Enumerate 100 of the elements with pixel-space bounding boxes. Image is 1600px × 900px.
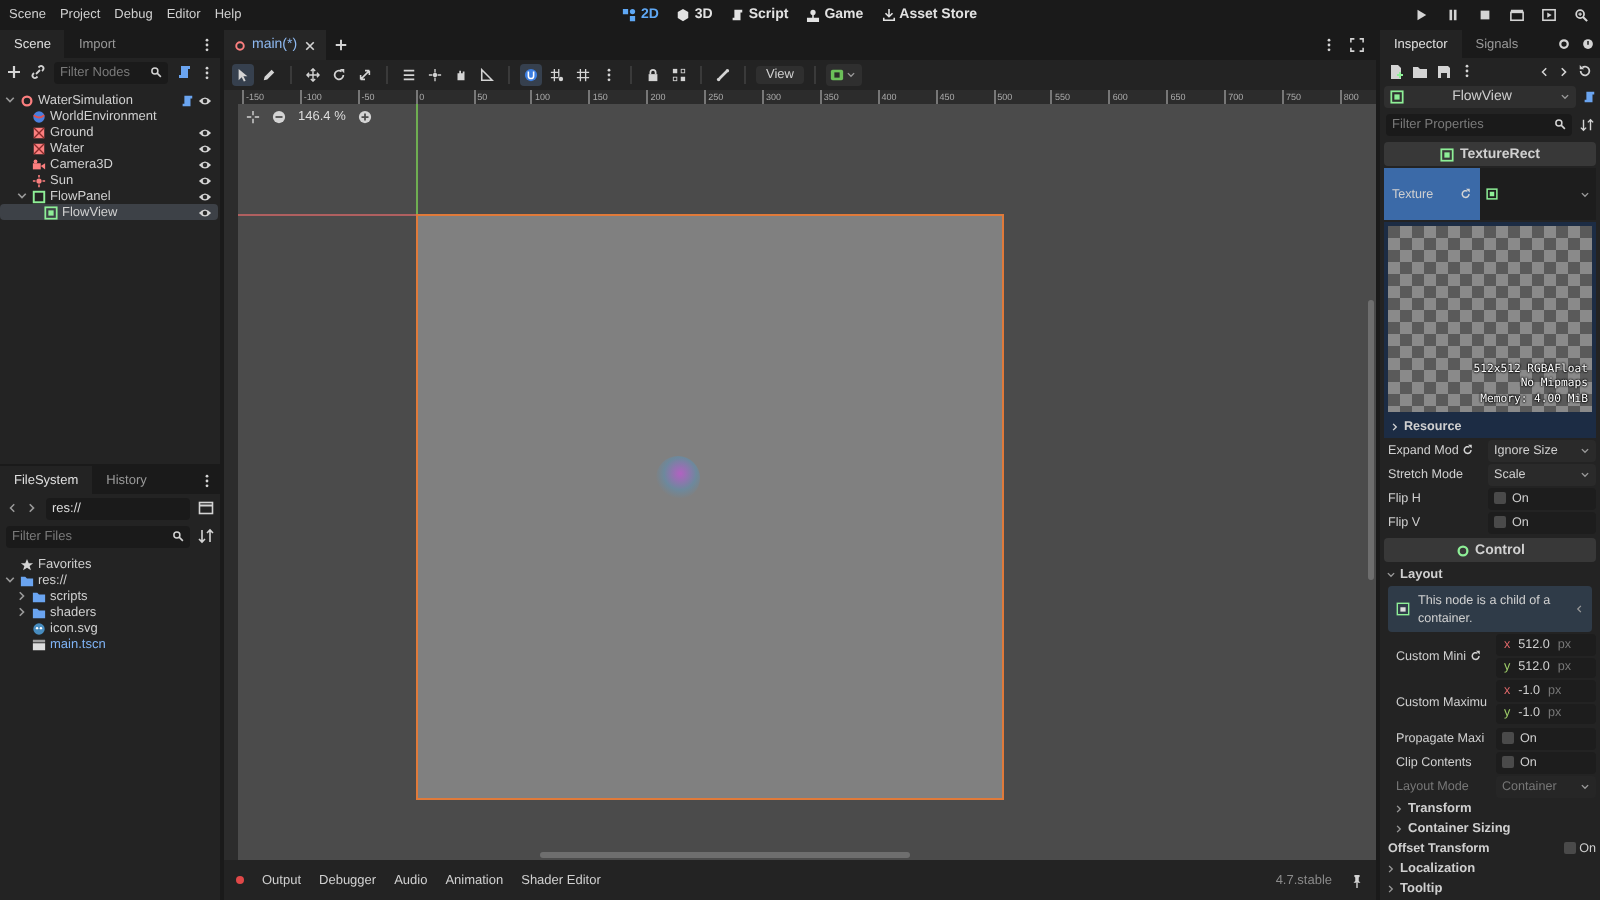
grid-icon[interactable] xyxy=(576,68,590,82)
caret-right-icon[interactable] xyxy=(16,590,28,602)
framed-image-icon xyxy=(1440,147,1455,161)
eye-icon[interactable] xyxy=(198,141,212,155)
eye-icon[interactable] xyxy=(198,157,212,171)
checkbox[interactable] xyxy=(1563,842,1576,854)
cross-arrows-icon[interactable] xyxy=(306,68,320,82)
scale-icon[interactable] xyxy=(358,68,372,82)
close-icon[interactable] xyxy=(303,39,316,51)
folder-icon[interactable] xyxy=(1412,63,1428,79)
sort-icon[interactable] xyxy=(1580,117,1594,131)
plus-icon[interactable] xyxy=(333,38,348,52)
caret-down-icon[interactable] xyxy=(4,94,16,106)
square-icon xyxy=(32,189,46,203)
lock-icon[interactable] xyxy=(646,68,660,82)
caret-down-icon[interactable] xyxy=(1580,189,1590,199)
chain-link-icon[interactable] xyxy=(30,64,46,80)
more-icon[interactable] xyxy=(200,37,214,51)
center-icon[interactable] xyxy=(246,110,260,124)
caret-down-icon xyxy=(1560,92,1570,102)
pivot-icon[interactable] xyxy=(428,68,442,82)
new-file-icon[interactable] xyxy=(1388,63,1404,79)
more-icon[interactable] xyxy=(200,473,214,487)
plus-icon[interactable] xyxy=(6,64,22,80)
ring-icon xyxy=(234,39,246,51)
eye-icon[interactable] xyxy=(198,205,212,219)
search-icon xyxy=(172,530,184,542)
checkbox[interactable] xyxy=(1502,756,1514,768)
eye-icon[interactable] xyxy=(198,125,212,139)
more-icon[interactable] xyxy=(1460,64,1474,78)
framed-image-icon xyxy=(44,205,58,219)
gear-icon[interactable] xyxy=(1558,38,1570,50)
framed-image-icon xyxy=(1486,188,1498,200)
bone-icon[interactable] xyxy=(716,68,730,82)
zoom-in-icon[interactable] xyxy=(357,110,372,124)
download-icon xyxy=(881,8,896,22)
search-icon xyxy=(150,66,162,78)
caret-down-icon xyxy=(846,70,857,80)
more-icon[interactable] xyxy=(200,65,214,79)
fullscreen-icon[interactable] xyxy=(1350,38,1364,52)
magnet-icon[interactable] xyxy=(524,68,538,82)
pause-icon[interactable] xyxy=(1446,8,1460,22)
film-icon[interactable] xyxy=(1542,8,1556,22)
caret-down-icon[interactable] xyxy=(16,190,28,202)
play-icon[interactable] xyxy=(1414,8,1428,22)
screen-icon xyxy=(830,68,845,82)
zoom-out-icon[interactable] xyxy=(272,110,286,124)
search-icon xyxy=(1554,118,1566,130)
ruler-icon[interactable] xyxy=(480,68,494,82)
preview-dropdown[interactable] xyxy=(825,64,862,86)
globe-icon xyxy=(32,109,46,123)
checkbox[interactable] xyxy=(1502,732,1514,744)
caret-left-icon[interactable] xyxy=(1538,65,1550,77)
floppy-icon[interactable] xyxy=(1436,63,1452,79)
caret-down-icon[interactable] xyxy=(4,574,16,586)
rotate-icon[interactable] xyxy=(332,68,346,82)
pencil-icon[interactable] xyxy=(262,68,276,82)
revert-icon[interactable] xyxy=(1462,444,1475,456)
help-icon[interactable] xyxy=(1582,38,1594,50)
eye-icon[interactable] xyxy=(198,173,212,187)
window-icon[interactable] xyxy=(198,500,214,516)
caret-down-icon xyxy=(1580,469,1590,479)
stop-icon[interactable] xyxy=(1478,8,1492,22)
caret-down-icon xyxy=(1580,781,1590,791)
color-blob xyxy=(656,456,700,500)
history-icon[interactable] xyxy=(1578,64,1592,78)
scrollbar[interactable] xyxy=(1368,300,1374,580)
eye-icon[interactable] xyxy=(198,93,212,107)
caret-down-icon xyxy=(1580,445,1590,455)
magnifier-icon[interactable] xyxy=(1574,8,1588,22)
group-icon[interactable] xyxy=(672,68,686,82)
joystick-icon xyxy=(806,8,821,22)
list-icon[interactable] xyxy=(402,68,416,82)
scroll-icon[interactable] xyxy=(180,93,194,107)
caret-right-icon[interactable] xyxy=(1558,65,1570,77)
scrollbar[interactable] xyxy=(540,852,910,858)
more-icon[interactable] xyxy=(602,68,616,82)
caret-right-icon[interactable] xyxy=(16,606,28,618)
pin-icon[interactable] xyxy=(1350,873,1364,887)
checkbox[interactable] xyxy=(1494,492,1506,504)
clapper-icon[interactable] xyxy=(1510,8,1524,22)
sun-icon xyxy=(32,173,46,187)
ring-icon xyxy=(20,93,34,107)
camera-icon xyxy=(32,157,46,171)
caret-right-icon[interactable] xyxy=(26,502,38,514)
scroll-icon[interactable] xyxy=(1582,90,1596,104)
caret-left-icon[interactable] xyxy=(6,502,18,514)
framed-image-icon xyxy=(1390,90,1404,104)
pointer-icon[interactable] xyxy=(236,68,250,82)
checkbox[interactable] xyxy=(1494,516,1506,528)
hand-icon[interactable] xyxy=(454,68,468,82)
scroll-icon xyxy=(730,8,745,22)
caret-left-icon xyxy=(1574,604,1584,614)
eye-icon[interactable] xyxy=(198,189,212,203)
snap-grid-icon[interactable] xyxy=(550,68,564,82)
info-icon xyxy=(1396,602,1410,616)
more-icon[interactable] xyxy=(1322,38,1336,52)
revert-icon[interactable] xyxy=(1470,650,1482,662)
sort-icon[interactable] xyxy=(198,528,214,544)
scroll-icon[interactable] xyxy=(176,64,192,80)
